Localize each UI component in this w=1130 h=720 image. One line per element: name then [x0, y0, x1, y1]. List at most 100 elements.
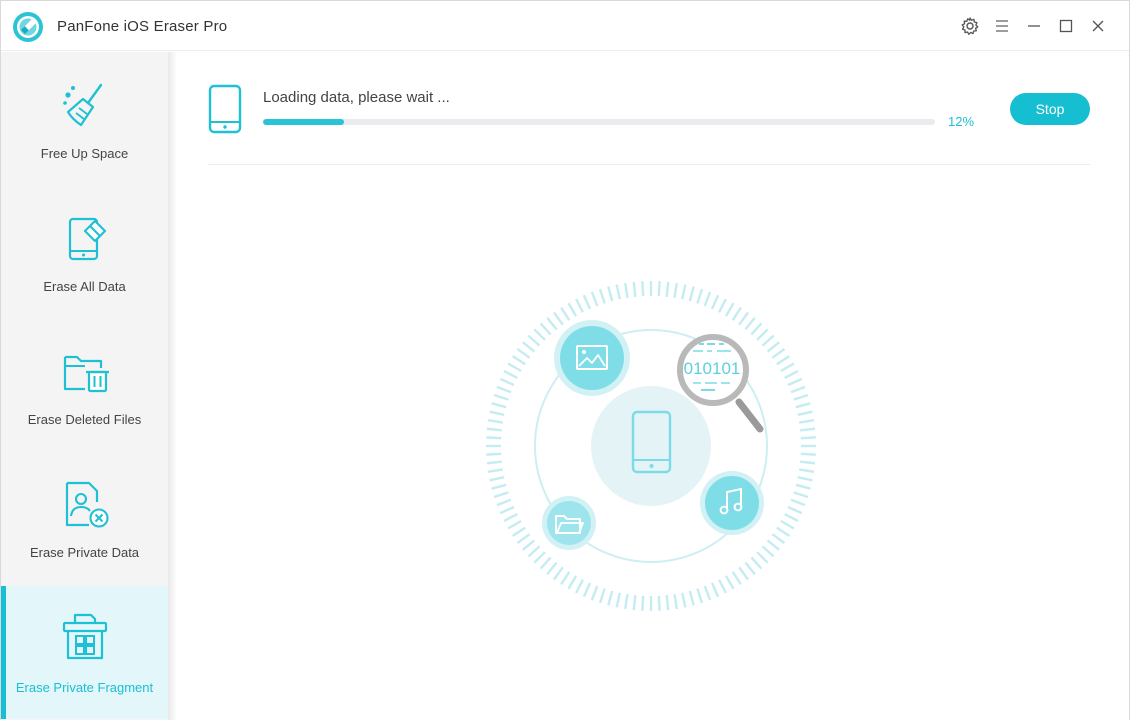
tick-mark [487, 468, 504, 473]
tick-mark [546, 561, 558, 575]
tick-mark [489, 476, 505, 482]
tick-mark [681, 592, 687, 608]
tick-mark [703, 585, 712, 601]
tick-mark [575, 298, 584, 313]
folder-bubble-icon [542, 496, 596, 550]
tick-mark [766, 341, 780, 353]
tick-mark [486, 460, 502, 465]
tick-mark [750, 556, 763, 570]
loading-status-text: Loading data, please wait ... [263, 89, 450, 106]
tick-mark [598, 288, 606, 304]
sidebar-item-erase-all-data[interactable]: Erase All Data [1, 185, 168, 318]
tick-mark [615, 284, 621, 300]
sidebar-item-free-up-space[interactable]: Free Up Space [1, 52, 168, 185]
sidebar-item-erase-private-data[interactable]: Erase Private Data [1, 451, 168, 584]
tick-mark [688, 590, 695, 606]
tick-mark [493, 393, 509, 401]
tick-mark [766, 539, 780, 551]
tick-mark [496, 385, 512, 394]
tick-mark [657, 595, 661, 611]
image-bubble-icon [554, 320, 630, 396]
tick-mark [710, 294, 720, 310]
tick-mark [731, 571, 742, 586]
tick-mark [703, 291, 712, 307]
tick-mark [499, 505, 515, 515]
tick-mark [527, 545, 541, 558]
tick-mark [784, 370, 799, 379]
tick-mark [539, 556, 552, 570]
tick-mark [560, 306, 571, 321]
tick-mark [793, 491, 809, 499]
tick-mark [738, 566, 749, 581]
tick-mark [718, 298, 727, 313]
folder-trash-icon [63, 355, 109, 393]
music-bubble-icon [700, 471, 764, 535]
menu-icon[interactable] [991, 15, 1013, 37]
tick-mark [522, 341, 536, 353]
tick-mark [795, 402, 811, 409]
tick-mark [797, 476, 813, 482]
tick-mark [486, 452, 502, 456]
tick-mark [798, 419, 815, 424]
minimize-icon[interactable] [1023, 15, 1045, 37]
tick-mark [632, 595, 637, 611]
tick-mark [507, 362, 522, 373]
tick-mark [665, 281, 670, 297]
tick-mark [567, 302, 578, 317]
app-logo-icon [13, 12, 43, 42]
tick-mark [491, 402, 507, 409]
fragment-box-icon [62, 613, 108, 660]
tick-mark [744, 561, 756, 575]
private-file-icon [65, 481, 109, 528]
tick-mark [798, 468, 815, 473]
center-disc [591, 386, 711, 506]
tick-mark [560, 571, 571, 586]
tick-mark [800, 436, 816, 440]
tick-mark [499, 377, 515, 387]
tick-mark [641, 595, 645, 611]
scan-binary-text: 010101 [684, 359, 741, 378]
tick-mark [582, 294, 592, 310]
tick-mark [496, 498, 512, 507]
app-window: PanFone iOS Eraser Pro Free Up Space Era… [0, 0, 1130, 720]
tick-mark [507, 519, 522, 530]
sidebar-item-erase-deleted-files[interactable]: Erase Deleted Files [1, 318, 168, 451]
tick-mark [710, 582, 720, 598]
tick-mark [731, 306, 742, 321]
sidebar-item-label: Free Up Space [40, 146, 129, 161]
tick-mark [793, 393, 809, 401]
close-icon[interactable] [1087, 15, 1109, 37]
tick-mark [738, 311, 749, 326]
tick-mark [553, 566, 564, 581]
tick-mark [795, 483, 811, 490]
tick-mark [780, 519, 795, 530]
tick-mark [590, 291, 599, 307]
tick-mark [744, 317, 756, 331]
tick-mark [598, 588, 606, 604]
title-bar: PanFone iOS Eraser Pro [1, 1, 1129, 51]
progress-percent: 12% [948, 114, 975, 129]
sidebar-shadow [168, 52, 177, 720]
sidebar-item-label: Erase All Data [43, 279, 126, 294]
tick-mark [486, 436, 502, 440]
active-indicator [1, 586, 6, 719]
tick-mark [527, 334, 541, 347]
tick-mark [516, 348, 531, 359]
tick-mark [607, 590, 614, 606]
tick-mark [750, 322, 763, 336]
tick-mark [784, 513, 799, 522]
tick-mark [567, 575, 578, 590]
tick-mark [724, 575, 735, 590]
tick-mark [787, 505, 803, 515]
maximize-icon[interactable] [1055, 15, 1077, 37]
divider [208, 164, 1090, 165]
tick-mark [632, 281, 637, 297]
tick-mark [624, 593, 629, 610]
sidebar-item-erase-private-fragment[interactable]: Erase Private Fragment [1, 586, 168, 719]
tick-mark [533, 328, 546, 341]
stop-button[interactable]: Stop [1010, 93, 1090, 125]
tick-mark [761, 334, 775, 347]
settings-icon[interactable] [959, 15, 981, 37]
tick-mark [673, 282, 678, 299]
tick-mark [761, 545, 775, 558]
